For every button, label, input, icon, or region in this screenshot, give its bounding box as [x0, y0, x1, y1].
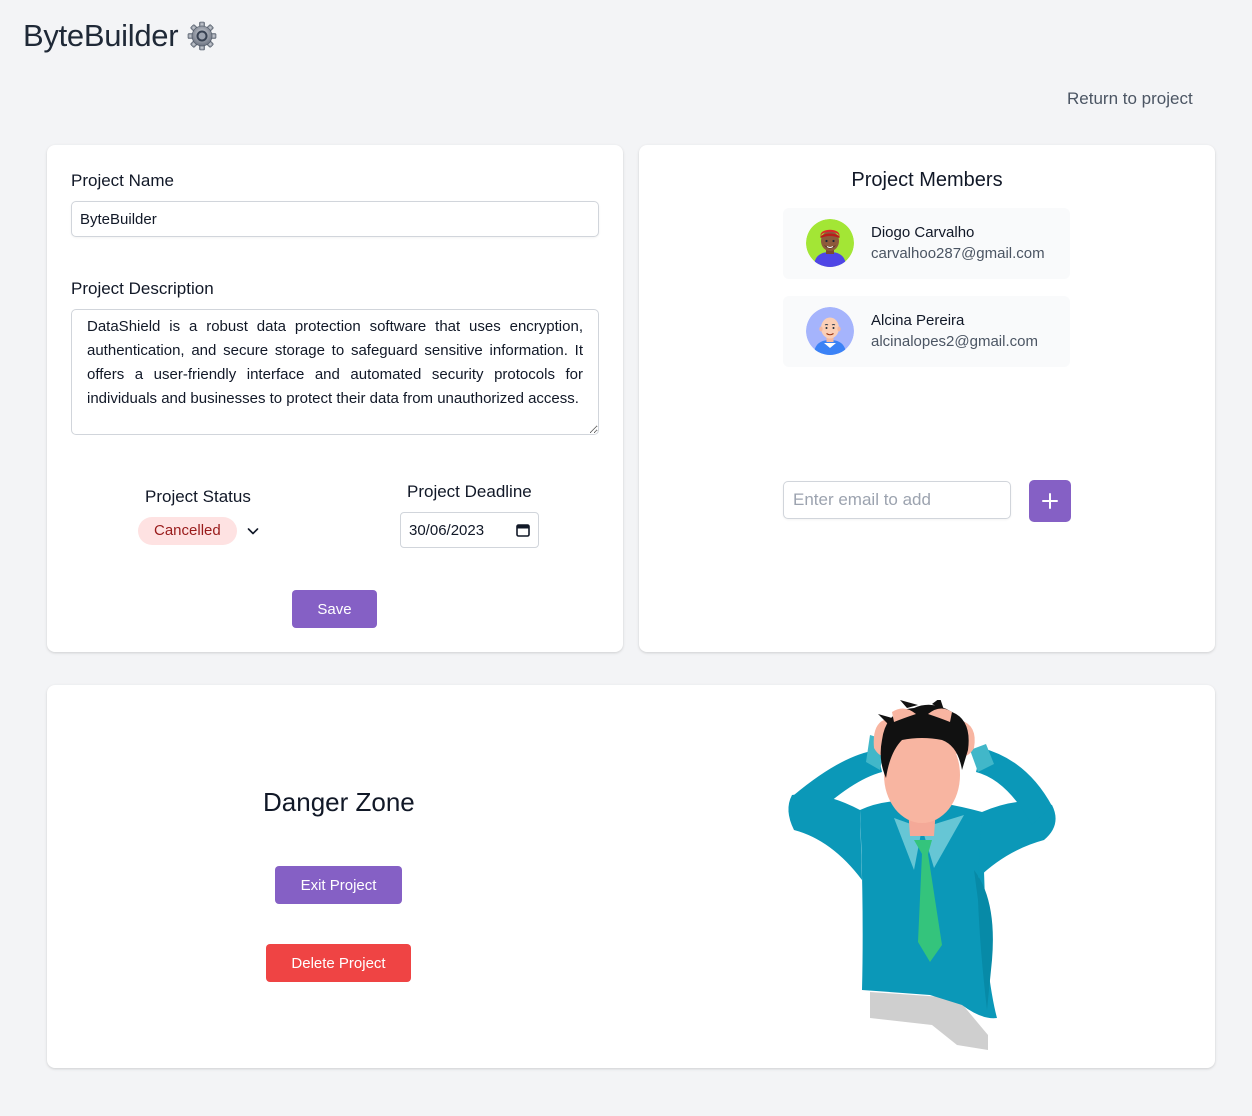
gear-icon: [187, 21, 217, 51]
chevron-down-icon[interactable]: [245, 523, 261, 539]
avatar: [806, 307, 854, 355]
project-name-label: Project Name: [71, 171, 174, 190]
delete-project-button[interactable]: Delete Project: [266, 944, 411, 982]
project-name-input[interactable]: [71, 201, 599, 237]
member-item: Alcina Pereira alcinalopes2@gmail.com: [783, 296, 1070, 367]
app-title: ByteBuilder: [23, 18, 179, 53]
member-email: carvalhoo287@gmail.com: [871, 245, 1045, 262]
member-name: Diogo Carvalho: [871, 224, 975, 241]
danger-zone-title: Danger Zone: [263, 787, 415, 817]
deadline-date-input[interactable]: 30/06/2023: [400, 512, 539, 548]
member-item: Diogo Carvalho carvalhoo287@gmail.com: [783, 208, 1070, 279]
avatar: [806, 219, 854, 267]
project-status-label: Project Status: [145, 487, 251, 506]
project-description-label: Project Description: [71, 279, 214, 298]
member-email: alcinalopes2@gmail.com: [871, 333, 1038, 350]
save-button[interactable]: Save: [292, 590, 377, 628]
project-settings-card: Project Name Project Description DataShi…: [47, 145, 623, 652]
danger-zone-card: Danger Zone Exit Project Delete Project: [47, 685, 1215, 1068]
status-badge[interactable]: Cancelled: [138, 517, 237, 545]
plus-icon: [1042, 493, 1058, 509]
avatar-man-icon: [806, 219, 854, 267]
app-header: ByteBuilder: [23, 18, 218, 54]
add-member-button[interactable]: [1029, 480, 1071, 522]
avatar-person-icon: [806, 307, 854, 355]
return-to-project-link[interactable]: Return to project: [1067, 89, 1193, 109]
member-name: Alcina Pereira: [871, 312, 965, 329]
stressed-man-illustration: [788, 700, 1056, 1050]
email-input[interactable]: [783, 481, 1011, 519]
project-members-card: Project Members Diogo Carvalho carvalhoo…: [639, 145, 1215, 652]
project-description-input[interactable]: DataShield is a robust data protection s…: [71, 309, 599, 435]
deadline-date-value: 30/06/2023: [409, 521, 485, 539]
project-deadline-label: Project Deadline: [407, 482, 532, 501]
members-title: Project Members: [851, 169, 1003, 191]
calendar-icon[interactable]: [516, 523, 530, 537]
exit-project-button[interactable]: Exit Project: [275, 866, 402, 904]
